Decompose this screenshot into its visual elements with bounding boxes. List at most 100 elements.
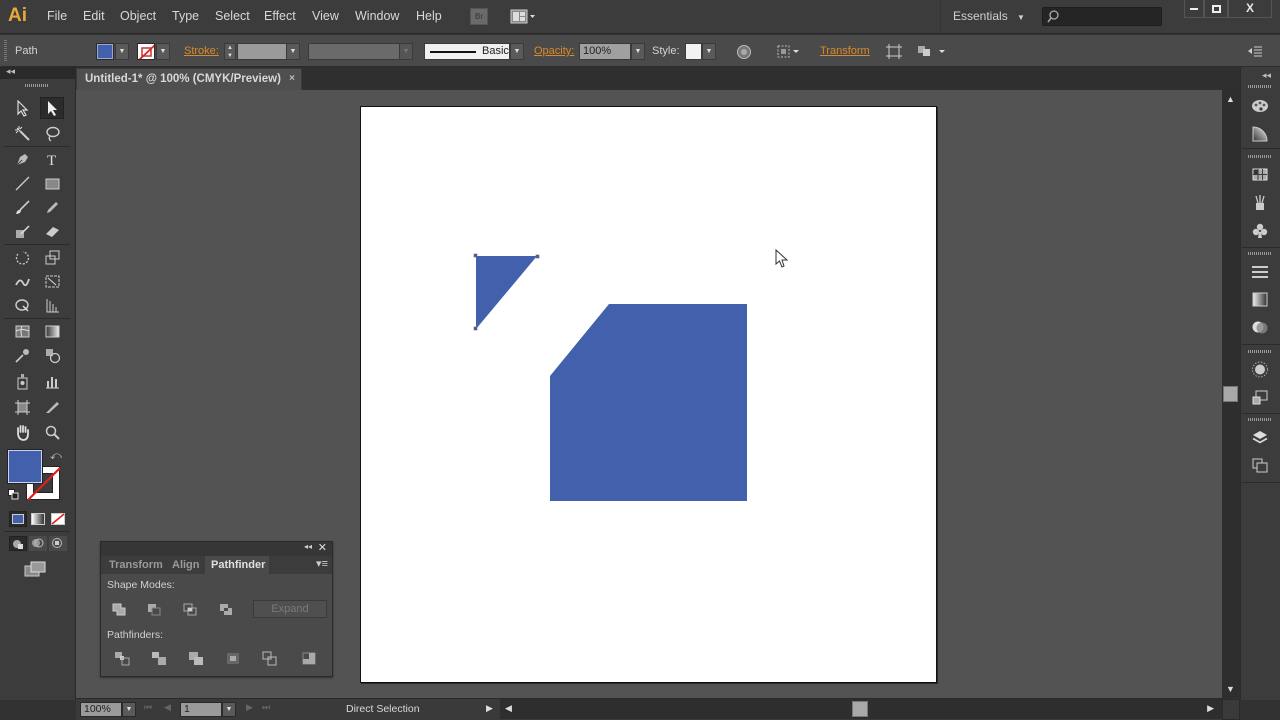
align-to-button[interactable] [776,43,802,60]
symbol-sprayer-tool[interactable] [10,370,34,392]
expand-panels-icon[interactable]: ◂◂ [1262,70,1271,81]
stroke-swatch[interactable] [137,43,155,60]
menu-help[interactable]: Help [416,9,442,23]
close-tab-icon[interactable]: × [289,69,295,89]
minimize-button[interactable] [1184,0,1204,18]
brush-definition[interactable]: Basic [424,43,510,60]
opacity-input[interactable]: 100% [579,43,631,60]
shape-builder-tool[interactable] [10,294,34,316]
selection-tool[interactable] [10,97,34,119]
draw-behind-button[interactable] [29,536,47,551]
expand-button[interactable]: Expand [253,600,327,618]
tab-pathfinder[interactable]: Pathfinder [205,556,269,574]
blend-tool[interactable] [40,344,64,366]
artboards-panel-button[interactable] [1250,456,1270,474]
zoom-tool[interactable] [40,421,64,443]
anchor-point[interactable] [473,253,478,258]
recolor-artwork-button[interactable] [736,44,752,60]
scroll-left-icon[interactable]: ◀ [505,703,512,714]
type-tool[interactable]: T [40,148,64,170]
line-segment-tool[interactable] [10,172,34,194]
menu-file[interactable]: File [47,9,67,23]
divide-button[interactable] [113,650,131,666]
menu-object[interactable]: Object [120,9,156,23]
stroke-weight-stepper[interactable]: ▲ ▼ [224,43,236,60]
clipped-square-shape[interactable] [550,304,747,501]
stroke-panel-button[interactable] [1250,262,1270,280]
status-menu-arrow-icon[interactable]: ▶ [486,703,493,714]
scroll-right-icon[interactable]: ▶ [1207,703,1214,714]
triangle-shape[interactable] [476,256,537,329]
panel-header[interactable]: ◂◂ ✕ [101,542,332,556]
free-transform-tool[interactable] [40,270,64,292]
rotate-tool[interactable] [10,246,34,268]
stroke-dropdown[interactable]: ▼ [156,43,170,60]
variable-width-profile[interactable] [308,43,400,60]
slice-tool[interactable] [40,396,64,418]
stroke-weight-dropdown[interactable]: ▼ [286,43,300,60]
color-mode-button[interactable] [9,511,27,527]
artboard[interactable] [360,106,937,683]
eyedropper-tool[interactable] [10,344,34,366]
swatches-panel-button[interactable] [1250,165,1270,183]
graphic-style-swatch[interactable] [685,43,702,60]
change-screen-mode-button[interactable] [24,560,48,578]
toolbox-header[interactable]: ◂◂ [0,66,76,79]
magic-wand-tool[interactable] [10,122,34,144]
gradient-panel-button[interactable] [1250,290,1270,308]
menu-window[interactable]: Window [355,9,399,23]
gradient-tool[interactable] [40,320,64,342]
unite-button[interactable] [110,601,128,617]
isolate-object-button[interactable] [885,43,903,60]
anchor-point[interactable] [535,254,540,259]
horizontal-scrollbar[interactable]: ◀ ▶ [500,699,1222,719]
arrange-documents-button[interactable] [510,8,540,25]
document-tab[interactable]: Untitled-1* @ 100% (CMYK/Preview) × [76,68,302,90]
perspective-grid-tool[interactable] [40,294,64,316]
width-tool[interactable] [10,270,34,292]
vertical-scrollbar[interactable]: ▲ ▼ [1222,90,1240,698]
stroke-panel-link[interactable]: Stroke: [184,45,219,57]
bridge-button[interactable]: Br [470,8,488,25]
artboard-number-input[interactable]: 1 [180,702,222,717]
vertical-scroll-thumb[interactable] [1223,386,1238,402]
panel-menu-icon[interactable]: ▾≡ [316,557,328,570]
rectangle-tool[interactable] [40,172,64,194]
first-artboard-icon[interactable]: ⏮ [144,702,152,713]
current-tool-status[interactable]: Direct Selection [346,703,420,715]
control-panel-menu-button[interactable] [1246,44,1264,60]
brushes-panel-button[interactable] [1250,193,1270,211]
previous-artboard-icon[interactable]: ◀ [164,702,171,713]
gradient-mode-button[interactable] [29,511,47,527]
zoom-level-input[interactable]: 100% [80,702,122,717]
close-panel-icon[interactable]: ✕ [318,541,327,554]
next-artboard-icon[interactable]: ▶ [246,702,253,713]
control-bar-grip[interactable] [4,40,7,62]
close-window-button[interactable]: X [1228,0,1272,18]
minus-front-button[interactable] [145,601,163,617]
draw-inside-button[interactable] [49,536,67,551]
brush-dropdown[interactable]: ▼ [510,43,524,60]
opacity-dropdown[interactable]: ▼ [631,43,645,60]
shaper-tool[interactable] [10,220,34,242]
panel-group-grip[interactable] [1248,418,1272,421]
hand-tool[interactable] [10,421,34,443]
panel-group-grip[interactable] [1248,252,1272,255]
artboard-tool[interactable] [10,396,34,418]
color-guide-panel-button[interactable] [1250,124,1270,142]
column-graph-tool[interactable] [40,370,64,392]
symbols-panel-button[interactable] [1250,221,1270,239]
eraser-tool[interactable] [40,220,64,242]
fill-swatch[interactable] [96,43,114,60]
graphic-styles-panel-button[interactable] [1250,388,1270,406]
fill-dropdown[interactable]: ▼ [115,43,129,60]
appearance-panel-button[interactable] [1250,360,1270,378]
paintbrush-tool[interactable] [10,196,34,218]
horizontal-scroll-thumb[interactable] [852,701,868,717]
menu-view[interactable]: View [312,9,339,23]
select-similar-button[interactable] [915,43,949,60]
color-panel-button[interactable] [1250,96,1270,114]
menu-effect[interactable]: Effect [264,9,296,23]
layers-panel-button[interactable] [1250,428,1270,446]
pencil-tool[interactable] [40,196,64,218]
